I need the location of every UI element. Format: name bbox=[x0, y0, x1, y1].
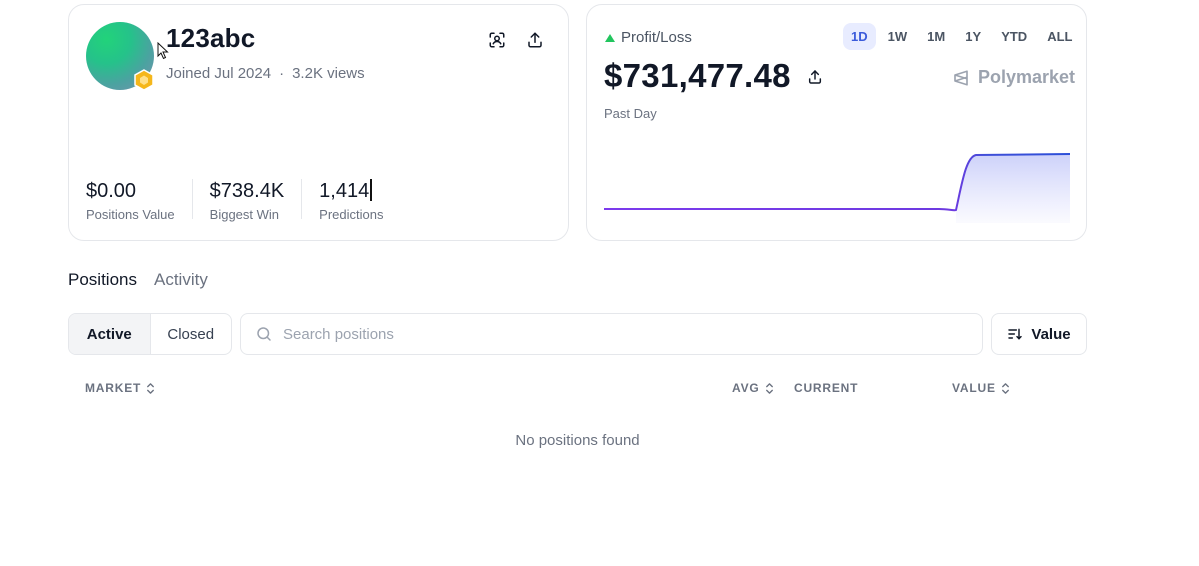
column-label: AVG bbox=[732, 381, 760, 395]
profile-stats: $0.00 Positions Value $738.4K Biggest Wi… bbox=[86, 179, 417, 222]
stat-biggest-win: $738.4K Biggest Win bbox=[209, 179, 303, 222]
range-1m[interactable]: 1M bbox=[919, 23, 953, 50]
up-triangle-icon bbox=[605, 33, 615, 42]
brand-name: Polymarket bbox=[978, 67, 1076, 87]
profile-views: 3.2K views bbox=[292, 65, 365, 82]
share-upload-icon bbox=[528, 32, 542, 48]
pnl-label: Profit/Loss bbox=[605, 29, 692, 46]
profile-meta: Joined Jul 2024 · 3.2K views bbox=[166, 65, 365, 82]
scan-user-icon bbox=[489, 32, 505, 48]
polymarket-logo-icon bbox=[954, 69, 968, 86]
filter-closed-button[interactable]: Closed bbox=[151, 314, 232, 354]
scan-user-button[interactable] bbox=[484, 27, 510, 53]
column-label: MARKET bbox=[85, 381, 142, 395]
stat-label: Positions Value bbox=[86, 207, 175, 222]
brand-watermark: Polymarket bbox=[952, 67, 1075, 88]
pnl-line-chart bbox=[604, 153, 1070, 223]
stat-value: $0.00 bbox=[86, 180, 137, 202]
sort-toggle-icon bbox=[1001, 382, 1009, 394]
stat-label: Biggest Win bbox=[209, 207, 280, 222]
tab-activity[interactable]: Activity bbox=[154, 270, 208, 290]
stat-label: Predictions bbox=[319, 207, 384, 222]
search-input[interactable] bbox=[283, 325, 963, 343]
stat-positions-value: $0.00 Positions Value bbox=[86, 179, 193, 222]
stat-value: $738.4K bbox=[209, 180, 285, 202]
stat-predictions: 1,414 Predictions bbox=[319, 179, 400, 222]
sort-toggle-icon bbox=[147, 382, 155, 394]
column-label: CURRENT bbox=[794, 381, 859, 395]
share-profile-button[interactable] bbox=[522, 27, 548, 53]
tab-positions[interactable]: Positions bbox=[68, 270, 137, 290]
meta-separator: · bbox=[279, 65, 285, 82]
sort-button[interactable]: Value bbox=[991, 313, 1087, 355]
pnl-area bbox=[956, 154, 1070, 223]
profit-loss-card: Profit/Loss 1D 1W 1M 1Y YTD ALL $731,477… bbox=[586, 4, 1087, 241]
pnl-value: $731,477.48 bbox=[604, 57, 791, 94]
filter-active-button[interactable]: Active bbox=[69, 314, 151, 354]
share-upload-icon bbox=[808, 70, 822, 84]
range-1y[interactable]: 1Y bbox=[957, 23, 989, 50]
range-1w[interactable]: 1W bbox=[880, 23, 916, 50]
status-filter: Active Closed bbox=[68, 313, 232, 355]
sort-descending-icon bbox=[1008, 328, 1023, 340]
search-icon bbox=[257, 327, 271, 341]
profile-username: 123abc bbox=[166, 23, 256, 53]
range-1d[interactable]: 1D bbox=[843, 23, 876, 50]
column-header-avg[interactable]: AVG bbox=[732, 381, 775, 395]
time-range-selector: 1D 1W 1M 1Y YTD ALL bbox=[843, 23, 1080, 50]
pnl-period: Past Day bbox=[604, 106, 657, 121]
column-header-current: CURRENT bbox=[794, 381, 858, 395]
empty-state-message: No positions found bbox=[515, 432, 640, 449]
pnl-label-text: Profit/Loss bbox=[621, 29, 692, 46]
sort-toggle-icon bbox=[765, 382, 773, 394]
joined-date: Joined Jul 2024 bbox=[166, 65, 272, 82]
stat-value: 1,414 bbox=[319, 180, 370, 202]
stat-value-row: 1,414 bbox=[319, 179, 383, 203]
profile-tabs: Positions Activity bbox=[68, 270, 208, 290]
mouse-pointer-icon bbox=[157, 42, 169, 60]
sort-label: Value bbox=[1031, 325, 1071, 343]
search-box bbox=[240, 313, 983, 355]
range-ytd[interactable]: YTD bbox=[993, 23, 1035, 50]
column-header-value[interactable]: VALUE bbox=[952, 381, 1011, 395]
range-all[interactable]: ALL bbox=[1039, 23, 1080, 50]
hexagon-badge-icon bbox=[134, 69, 154, 91]
profile-card: 123abc Joined Jul 2024 · 3.2K views $0.00 … bbox=[68, 4, 569, 241]
column-label: VALUE bbox=[952, 381, 996, 395]
text-caret bbox=[370, 179, 372, 201]
column-header-market[interactable]: MARKET bbox=[85, 381, 156, 395]
share-pnl-button[interactable] bbox=[804, 66, 826, 88]
